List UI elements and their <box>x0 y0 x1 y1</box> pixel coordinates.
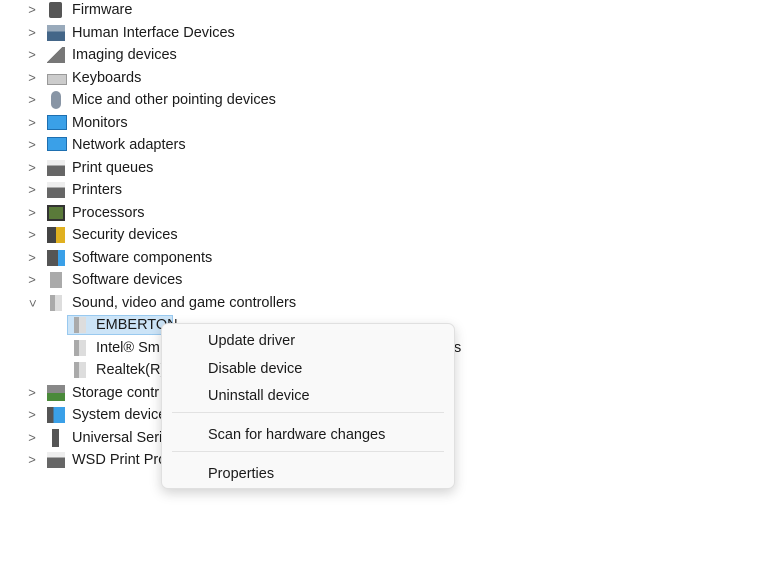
tree-item-keyboards[interactable]: > Keyboards <box>0 67 757 90</box>
speaker-icon <box>50 294 62 311</box>
storage-icon <box>47 384 65 401</box>
chevron-right-icon[interactable]: > <box>26 157 38 180</box>
tree-item-print-queues[interactable]: > Print queues <box>0 157 757 180</box>
tree-item-firmware[interactable]: > Firmware <box>0 0 757 22</box>
software-device-icon <box>50 272 62 288</box>
chevron-right-icon[interactable]: > <box>26 89 38 112</box>
chevron-right-icon[interactable]: > <box>26 134 38 157</box>
tree-item-printers[interactable]: > Printers <box>0 179 757 202</box>
menu-item-scan-hardware[interactable]: Scan for hardware changes <box>208 422 385 448</box>
firmware-icon <box>49 2 62 18</box>
menu-separator <box>172 451 444 452</box>
tree-item-monitors[interactable]: > Monitors <box>0 112 757 135</box>
menu-item-properties[interactable]: Properties <box>208 461 274 487</box>
menu-separator <box>172 412 444 413</box>
speaker-icon <box>74 317 86 333</box>
tree-item-hid[interactable]: > Human Interface Devices <box>0 22 757 45</box>
chevron-right-icon[interactable]: > <box>26 112 38 135</box>
keyboard-icon <box>47 73 67 85</box>
chevron-right-icon[interactable]: > <box>26 449 38 472</box>
mouse-icon <box>51 91 61 109</box>
printer-icon <box>47 182 65 198</box>
system-icon <box>47 407 65 423</box>
chevron-right-icon[interactable]: > <box>26 0 38 22</box>
monitor-icon <box>47 114 67 130</box>
chevron-right-icon[interactable]: > <box>26 382 38 405</box>
speaker-icon <box>74 362 86 378</box>
usb-icon <box>52 428 59 447</box>
tree-item-software-devices[interactable]: > Software devices <box>0 269 757 292</box>
printer-icon <box>47 159 65 176</box>
tree-item-network[interactable]: > Network adapters <box>0 134 757 157</box>
menu-item-update-driver[interactable]: Update driver <box>208 328 295 354</box>
context-menu: Update driver Disable device Uninstall d… <box>161 323 455 489</box>
tree-item-processors[interactable]: > Processors <box>0 202 757 225</box>
speaker-icon <box>74 339 86 356</box>
chevron-right-icon[interactable]: > <box>26 44 38 67</box>
menu-item-disable-device[interactable]: Disable device <box>208 356 302 382</box>
security-icon <box>47 227 65 243</box>
hid-icon <box>47 24 65 41</box>
intel-label-overflow: s <box>454 340 462 356</box>
chevron-right-icon[interactable]: > <box>26 269 38 292</box>
tree-item-software-components[interactable]: > Software components <box>0 247 757 270</box>
chevron-right-icon[interactable]: > <box>26 224 38 247</box>
chevron-right-icon[interactable]: > <box>26 22 38 45</box>
processor-icon <box>47 204 65 221</box>
chevron-right-icon[interactable]: > <box>26 247 38 270</box>
software-component-icon <box>47 249 65 266</box>
camera-icon <box>47 47 65 63</box>
tree-item-imaging[interactable]: > Imaging devices <box>0 44 757 67</box>
tree-item-security[interactable]: > Security devices <box>0 224 757 247</box>
chevron-right-icon[interactable]: > <box>26 179 38 202</box>
chevron-right-icon[interactable]: > <box>26 427 38 450</box>
printer-icon <box>47 452 65 468</box>
network-icon <box>47 137 67 151</box>
tree-item-mice[interactable]: > Mice and other pointing devices <box>0 89 757 112</box>
menu-item-uninstall-device[interactable]: Uninstall device <box>208 383 310 409</box>
tree-item-sound[interactable]: > Sound, video and game controllers <box>0 292 757 315</box>
chevron-right-icon[interactable]: > <box>26 67 38 90</box>
chevron-right-icon[interactable]: > <box>26 404 38 427</box>
chevron-down-icon[interactable]: > <box>21 297 44 309</box>
chevron-right-icon[interactable]: > <box>26 202 38 225</box>
